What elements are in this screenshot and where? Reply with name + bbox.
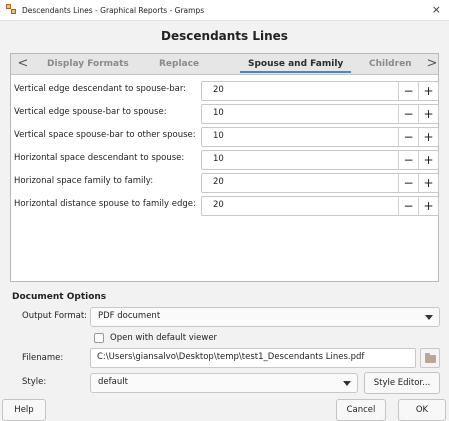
dropdown-arrow-icon — [343, 381, 351, 386]
spin-input[interactable]: 10 − + — [201, 104, 439, 124]
option-row: Horizontal distance spouse to family edg… — [11, 196, 439, 216]
spin-value: 10 — [213, 154, 224, 164]
filename-input[interactable]: C:\Users\giansalvo\Desktop\temp\test1_De… — [90, 348, 416, 368]
output-format-label: Output Format: — [22, 311, 88, 321]
filename-label: Filename: — [22, 353, 64, 363]
option-label: Horizontal distance spouse to family edg… — [14, 199, 196, 209]
spin-value: 20 — [213, 177, 224, 187]
output-format-value: PDF document — [98, 311, 161, 321]
increment-button[interactable]: + — [418, 197, 438, 215]
cancel-button[interactable]: Cancel — [336, 399, 386, 421]
spin-input[interactable]: 20 − + — [201, 81, 439, 101]
tab-spouse-and-family[interactable]: Spouse and Family — [239, 54, 352, 75]
window-title: Descendants Lines - Graphical Reports - … — [22, 5, 205, 15]
dialog-title: Descendants Lines — [161, 28, 288, 43]
option-label: Horizontal space descendant to spouse: — [14, 153, 185, 163]
spin-input[interactable]: 20 − + — [201, 196, 439, 216]
option-label: Vertical edge spouse-bar to spouse: — [14, 107, 167, 117]
open-viewer-checkbox[interactable] — [94, 333, 104, 343]
option-row: Vertical space spouse-bar to other spous… — [11, 127, 439, 147]
ok-button[interactable]: OK — [398, 399, 446, 421]
browse-button[interactable] — [420, 348, 440, 368]
title-bar: Descendants Lines - Graphical Reports - … — [0, 0, 449, 21]
spin-value: 20 — [213, 200, 224, 210]
tab-replace[interactable]: Replace — [159, 54, 199, 75]
open-viewer-label[interactable]: Open with default viewer — [110, 333, 217, 343]
tab-bar: < Display Formats Replace Spouse and Fam… — [11, 54, 438, 75]
increment-button[interactable]: + — [418, 174, 438, 192]
spin-input[interactable]: 10 − + — [201, 127, 439, 147]
option-row: Horizonal space family to family: 20 − + — [11, 173, 439, 193]
close-icon[interactable]: × — [432, 3, 441, 16]
decrement-button[interactable]: − — [398, 128, 418, 146]
option-label: Horizonal space family to family: — [14, 176, 154, 186]
gramps-app-icon — [6, 4, 18, 16]
help-button[interactable]: Help — [2, 399, 46, 421]
option-label: Vertical space spouse-bar to other spous… — [14, 130, 196, 140]
spin-value: 10 — [213, 131, 224, 141]
option-label: Vertical edge descendant to spouse-bar: — [14, 84, 187, 94]
options-panel: < Display Formats Replace Spouse and Fam… — [10, 53, 439, 282]
option-row: Vertical edge descendant to spouse-bar: … — [11, 81, 439, 101]
decrement-button[interactable]: − — [398, 151, 418, 169]
increment-button[interactable]: + — [418, 128, 438, 146]
increment-button[interactable]: + — [418, 151, 438, 169]
style-editor-button[interactable]: Style Editor... — [364, 372, 440, 394]
style-label: Style: — [22, 377, 47, 387]
option-row: Horizontal space descendant to spouse: 1… — [11, 150, 439, 170]
folder-icon — [425, 353, 436, 363]
tab-children[interactable]: Children — [369, 54, 412, 75]
chevron-left-icon[interactable]: < — [16, 57, 30, 71]
style-value: default — [98, 377, 128, 387]
spin-value: 10 — [213, 108, 224, 118]
style-select[interactable]: default — [90, 373, 358, 393]
decrement-button[interactable]: − — [398, 174, 418, 192]
spin-input[interactable]: 10 − + — [201, 150, 439, 170]
increment-button[interactable]: + — [418, 105, 438, 123]
decrement-button[interactable]: − — [398, 82, 418, 100]
chevron-right-icon[interactable]: > — [425, 57, 439, 71]
option-row: Vertical edge spouse-bar to spouse: 10 −… — [11, 104, 439, 124]
spin-input[interactable]: 20 − + — [201, 173, 439, 193]
increment-button[interactable]: + — [418, 82, 438, 100]
decrement-button[interactable]: − — [398, 105, 418, 123]
dropdown-arrow-icon — [425, 315, 433, 320]
filename-value: C:\Users\giansalvo\Desktop\temp\test1_De… — [97, 352, 365, 362]
output-format-select[interactable]: PDF document — [90, 307, 440, 327]
spin-value: 20 — [213, 85, 224, 95]
tab-display-formats[interactable]: Display Formats — [47, 54, 129, 75]
document-options-heading: Document Options — [12, 292, 107, 302]
decrement-button[interactable]: − — [398, 197, 418, 215]
